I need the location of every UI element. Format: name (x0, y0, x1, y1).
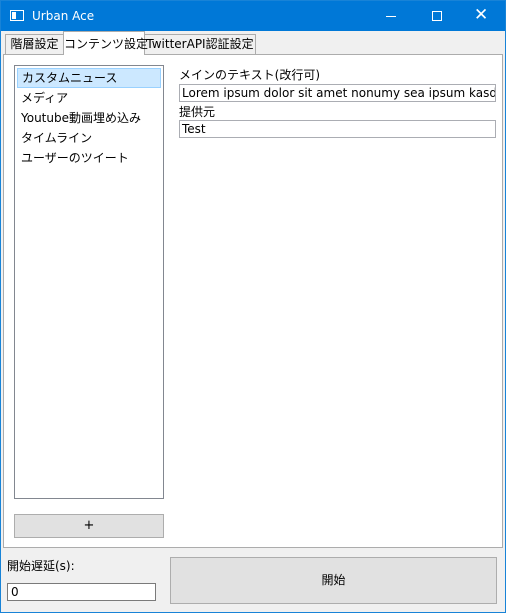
start-button[interactable]: 開始 (170, 557, 497, 604)
maximize-button[interactable] (414, 1, 460, 31)
content-type-list[interactable]: カスタムニュース メディア Youtube動画埋め込み タイムライン ユーザーの… (14, 65, 164, 499)
tab-strip: 階層設定 TwitterAPI認証設定 コンテンツ設定 (1, 31, 505, 55)
list-item-user-tweets[interactable]: ユーザーのツイート (17, 148, 161, 168)
maximize-icon (432, 11, 442, 21)
provider-field[interactable]: Test (179, 120, 496, 138)
title-bar[interactable]: Urban Ace ✕ (1, 1, 505, 31)
list-item-media[interactable]: メディア (17, 88, 161, 108)
list-item-timeline[interactable]: タイムライン (17, 128, 161, 148)
tab-hierarchy-settings[interactable]: 階層設定 (5, 34, 64, 54)
list-item-custom-news[interactable]: カスタムニュース (17, 68, 161, 88)
list-item-youtube-embed[interactable]: Youtube動画埋め込み (17, 108, 161, 128)
minimize-button[interactable] (368, 1, 414, 31)
tab-content-settings[interactable]: コンテンツ設定 (63, 31, 148, 55)
start-delay-label: 開始遅延(s): (7, 559, 75, 573)
start-delay-input[interactable]: 0 (7, 583, 156, 601)
close-icon: ✕ (474, 5, 489, 25)
window-title: Urban Ace (32, 9, 95, 23)
minimize-icon (386, 16, 396, 17)
app-window-icon (10, 10, 24, 21)
content-settings-panel: カスタムニュース メディア Youtube動画埋め込み タイムライン ユーザーの… (3, 54, 503, 548)
close-button[interactable]: ✕ (460, 1, 506, 31)
add-item-button[interactable]: + (14, 514, 164, 538)
provider-label: 提供元 (179, 105, 216, 119)
main-text-field[interactable]: Lorem ipsum dolor sit amet nonumy sea ip… (179, 84, 496, 102)
tab-twitter-api-auth[interactable]: TwitterAPI認証設定 (144, 34, 256, 54)
main-window: Urban Ace ✕ 階層設定 TwitterAPI認証設定 コンテンツ設定 … (0, 0, 506, 613)
main-text-label: メインのテキスト(改行可) (179, 68, 321, 82)
